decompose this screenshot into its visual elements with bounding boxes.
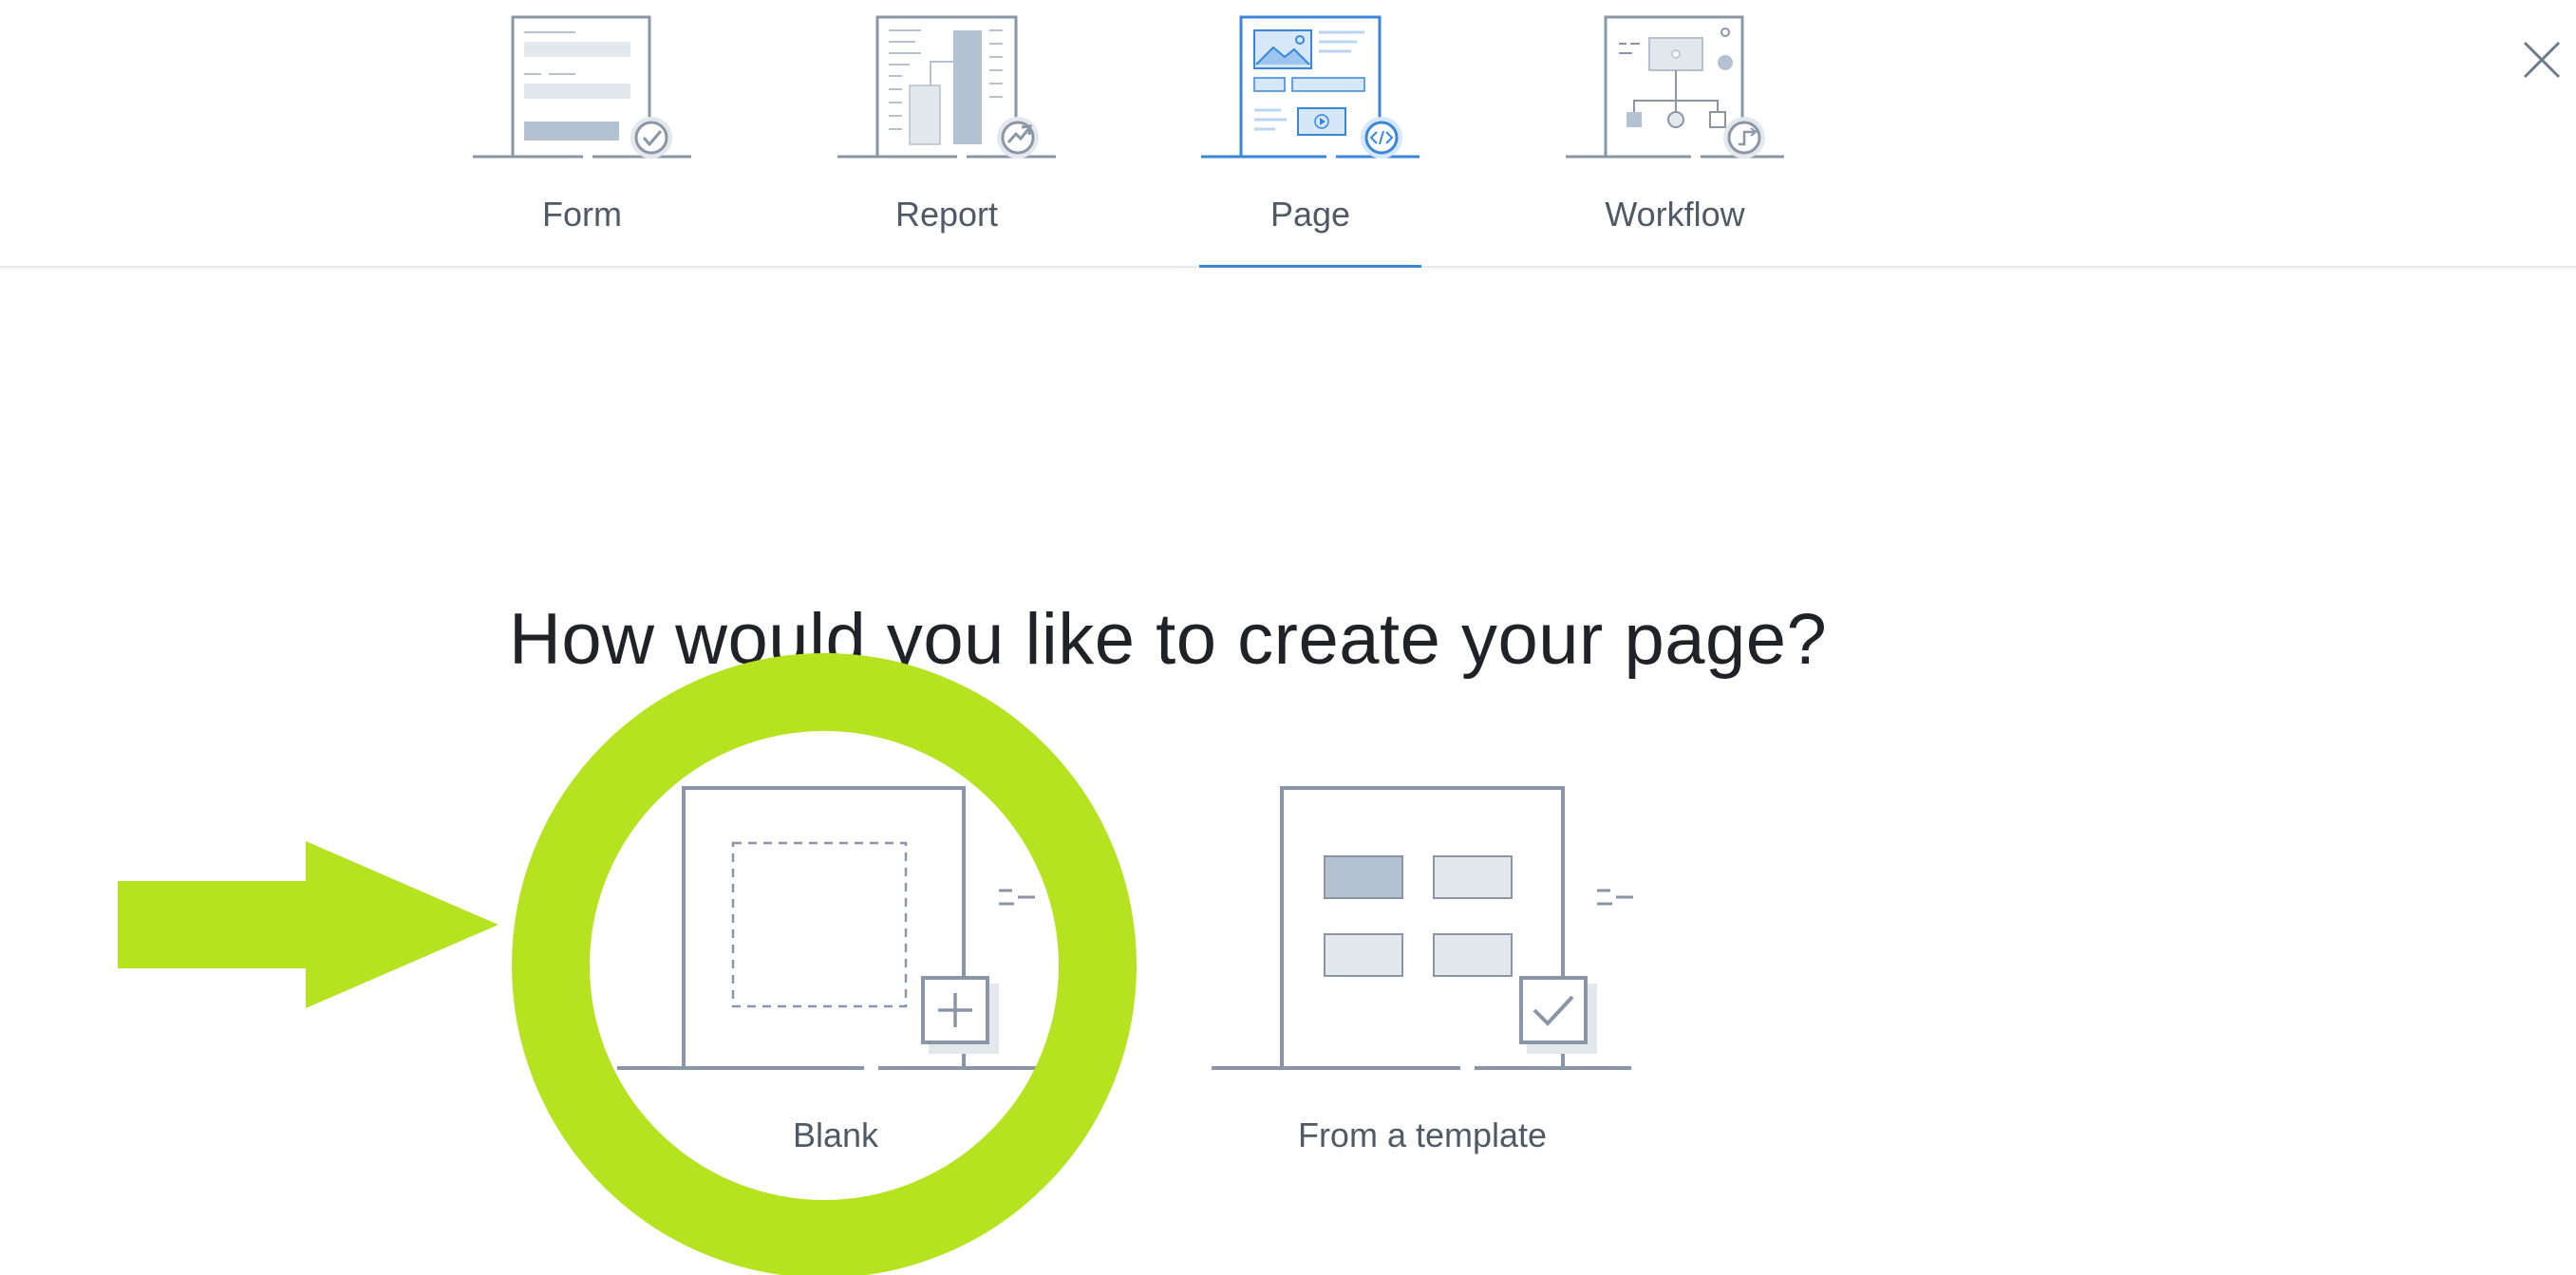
page-title: How would you like to create your page? — [509, 599, 1828, 680]
option-template[interactable]: From a template — [1204, 778, 1641, 1177]
tab-form[interactable]: Form — [471, 0, 693, 268]
close-icon — [2523, 41, 2561, 79]
tab-workflow-label: Workflow — [1605, 195, 1745, 234]
blank-plus-icon — [617, 786, 1040, 1070]
tab-workflow[interactable]: Workflow — [1564, 0, 1786, 268]
workflow-icon — [1566, 15, 1784, 159]
page-icon — [1201, 15, 1420, 159]
option-blank-label: Blank — [792, 1116, 879, 1154]
tab-report-label: Report — [894, 195, 999, 234]
app-type-tabbar: Form Report Page Workflow — [0, 0, 2576, 268]
highlight-arrow — [118, 841, 498, 1008]
tab-page[interactable]: Page — [1199, 0, 1421, 268]
option-blank[interactable]: Blank — [617, 778, 1054, 1177]
report-icon — [837, 15, 1056, 159]
active-tab-indicator — [1199, 265, 1421, 268]
tab-form-label: Form — [542, 195, 622, 234]
form-icon — [473, 15, 691, 159]
tab-page-label: Page — [1269, 195, 1351, 234]
tab-report[interactable]: Report — [836, 0, 1058, 268]
option-template-label: From a template — [1297, 1116, 1548, 1154]
close-button[interactable] — [2520, 38, 2564, 82]
template-check-icon — [1212, 786, 1633, 1070]
